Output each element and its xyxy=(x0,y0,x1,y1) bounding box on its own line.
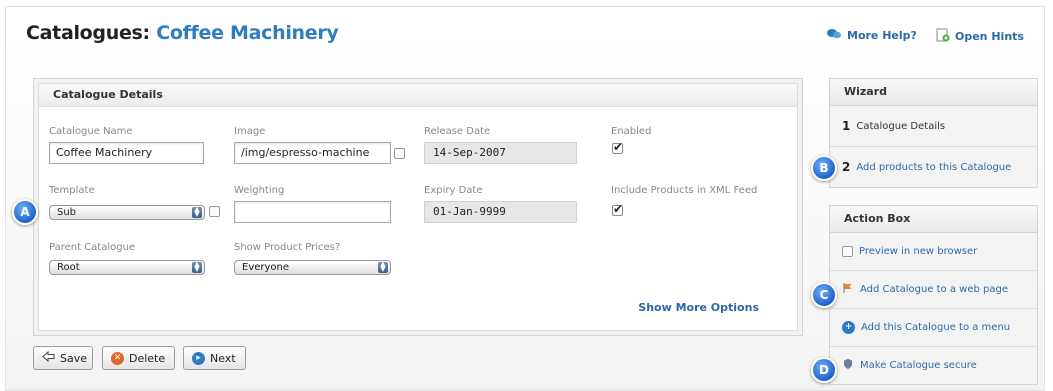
next-arrow-icon: ▸ xyxy=(192,351,205,365)
parent-catalogue-label: Parent Catalogue xyxy=(49,242,136,253)
callout-marker-d: D xyxy=(811,357,837,383)
release-date-label: Release Date xyxy=(424,126,491,137)
secure-shield-icon xyxy=(842,358,854,373)
release-date-value: 14-Sep-2007 xyxy=(424,142,577,164)
page-title-catalogue-name: Coffee Machinery xyxy=(156,22,339,44)
next-button[interactable]: ▸ Next xyxy=(183,346,246,370)
save-button[interactable]: Save xyxy=(33,346,93,370)
image-field[interactable]: /img/espresso-machine xyxy=(234,142,391,164)
save-icon xyxy=(42,350,55,366)
wizard-step-number: 2 xyxy=(842,160,851,174)
action-add-to-menu-label[interactable]: Add this Catalogue to a menu xyxy=(861,322,1010,333)
catalogue-name-label: Catalogue Name xyxy=(49,126,133,137)
expiry-date-value: 01-Jan-9999 xyxy=(424,201,577,223)
select-arrows-icon: ▲ ▼ xyxy=(192,206,202,218)
open-hints-label: Open Hints xyxy=(955,30,1024,43)
wizard-panel: Wizard 1 Catalogue Details 2 Add product… xyxy=(829,78,1038,188)
parent-catalogue-select[interactable]: Root ▲ ▼ xyxy=(49,260,205,275)
help-bubbles-icon xyxy=(826,28,842,43)
action-preview[interactable]: Preview in new browser xyxy=(830,233,1037,271)
select-arrows-icon: ▲ ▼ xyxy=(192,261,202,273)
action-box-heading: Action Box xyxy=(830,206,1037,233)
next-button-label: Next xyxy=(210,351,236,365)
callout-marker-c: C xyxy=(811,282,837,308)
preview-checkbox[interactable] xyxy=(842,246,853,257)
show-prices-label: Show Product Prices? xyxy=(234,242,341,253)
open-hints-link[interactable]: Open Hints xyxy=(936,28,1024,45)
xml-feed-label: Include Products in XML Feed xyxy=(611,185,758,196)
flag-icon xyxy=(842,282,854,297)
catalogue-name-field[interactable]: Coffee Machinery xyxy=(49,142,204,164)
show-prices-select[interactable]: Everyone ▲ ▼ xyxy=(234,260,391,275)
page-title: Catalogues: Coffee Machinery xyxy=(26,22,339,44)
enabled-checkbox[interactable] xyxy=(612,140,623,154)
template-selected-value: Sub xyxy=(57,207,77,218)
action-make-secure-label[interactable]: Make Catalogue secure xyxy=(860,360,977,371)
wizard-step-1: 1 Catalogue Details xyxy=(830,106,1037,147)
parent-catalogue-selected-value: Root xyxy=(57,262,80,273)
save-button-label: Save xyxy=(60,351,88,365)
catalogue-details-heading: Catalogue Details xyxy=(39,84,797,107)
wizard-step-link[interactable]: Add products to this Catalogue xyxy=(856,162,1011,173)
weighting-label: Weighting xyxy=(234,185,285,196)
callout-marker-b: B xyxy=(811,155,837,181)
more-help-link[interactable]: More Help? xyxy=(826,28,917,43)
image-label: Image xyxy=(234,126,266,137)
add-menu-icon: + xyxy=(842,321,855,334)
action-add-to-page[interactable]: Add Catalogue to a web page xyxy=(830,271,1037,309)
callout-marker-a: A xyxy=(12,199,38,225)
xml-feed-checkbox[interactable] xyxy=(612,202,623,216)
action-make-secure[interactable]: Make Catalogue secure xyxy=(830,347,1037,384)
action-preview-label[interactable]: Preview in new browser xyxy=(859,246,977,257)
template-option-checkbox[interactable] xyxy=(209,206,220,217)
more-help-label: More Help? xyxy=(847,29,917,42)
template-select[interactable]: Sub ▲ ▼ xyxy=(49,205,205,220)
action-add-to-page-label[interactable]: Add Catalogue to a web page xyxy=(860,284,1008,295)
wizard-step-number: 1 xyxy=(842,119,851,133)
action-box-panel: Action Box Preview in new browser Add Ca… xyxy=(829,205,1038,385)
wizard-step-label: Catalogue Details xyxy=(856,120,946,132)
wizard-heading: Wizard xyxy=(830,79,1037,106)
enabled-label: Enabled xyxy=(611,126,652,137)
catalogue-details-inner: Catalogue Details Catalogue Name Coffee … xyxy=(38,83,798,331)
template-label: Template xyxy=(49,185,95,196)
image-browse-checkbox[interactable] xyxy=(394,148,405,159)
delete-icon: ✕ xyxy=(111,351,124,365)
show-more-options-link[interactable]: Show More Options xyxy=(638,301,759,314)
action-add-to-menu[interactable]: + Add this Catalogue to a menu xyxy=(830,309,1037,347)
expiry-date-label: Expiry Date xyxy=(424,185,483,196)
hints-page-icon xyxy=(936,28,950,45)
page-title-prefix: Catalogues: xyxy=(26,22,150,44)
select-arrows-icon: ▲ ▼ xyxy=(378,261,388,273)
delete-button[interactable]: ✕ Delete xyxy=(102,346,175,370)
catalogue-details-panel: Catalogue Details Catalogue Name Coffee … xyxy=(33,78,803,336)
show-prices-selected-value: Everyone xyxy=(242,262,290,273)
weighting-field[interactable] xyxy=(234,201,391,223)
delete-button-label: Delete xyxy=(129,351,166,365)
wizard-step-2[interactable]: 2 Add products to this Catalogue xyxy=(830,147,1037,187)
